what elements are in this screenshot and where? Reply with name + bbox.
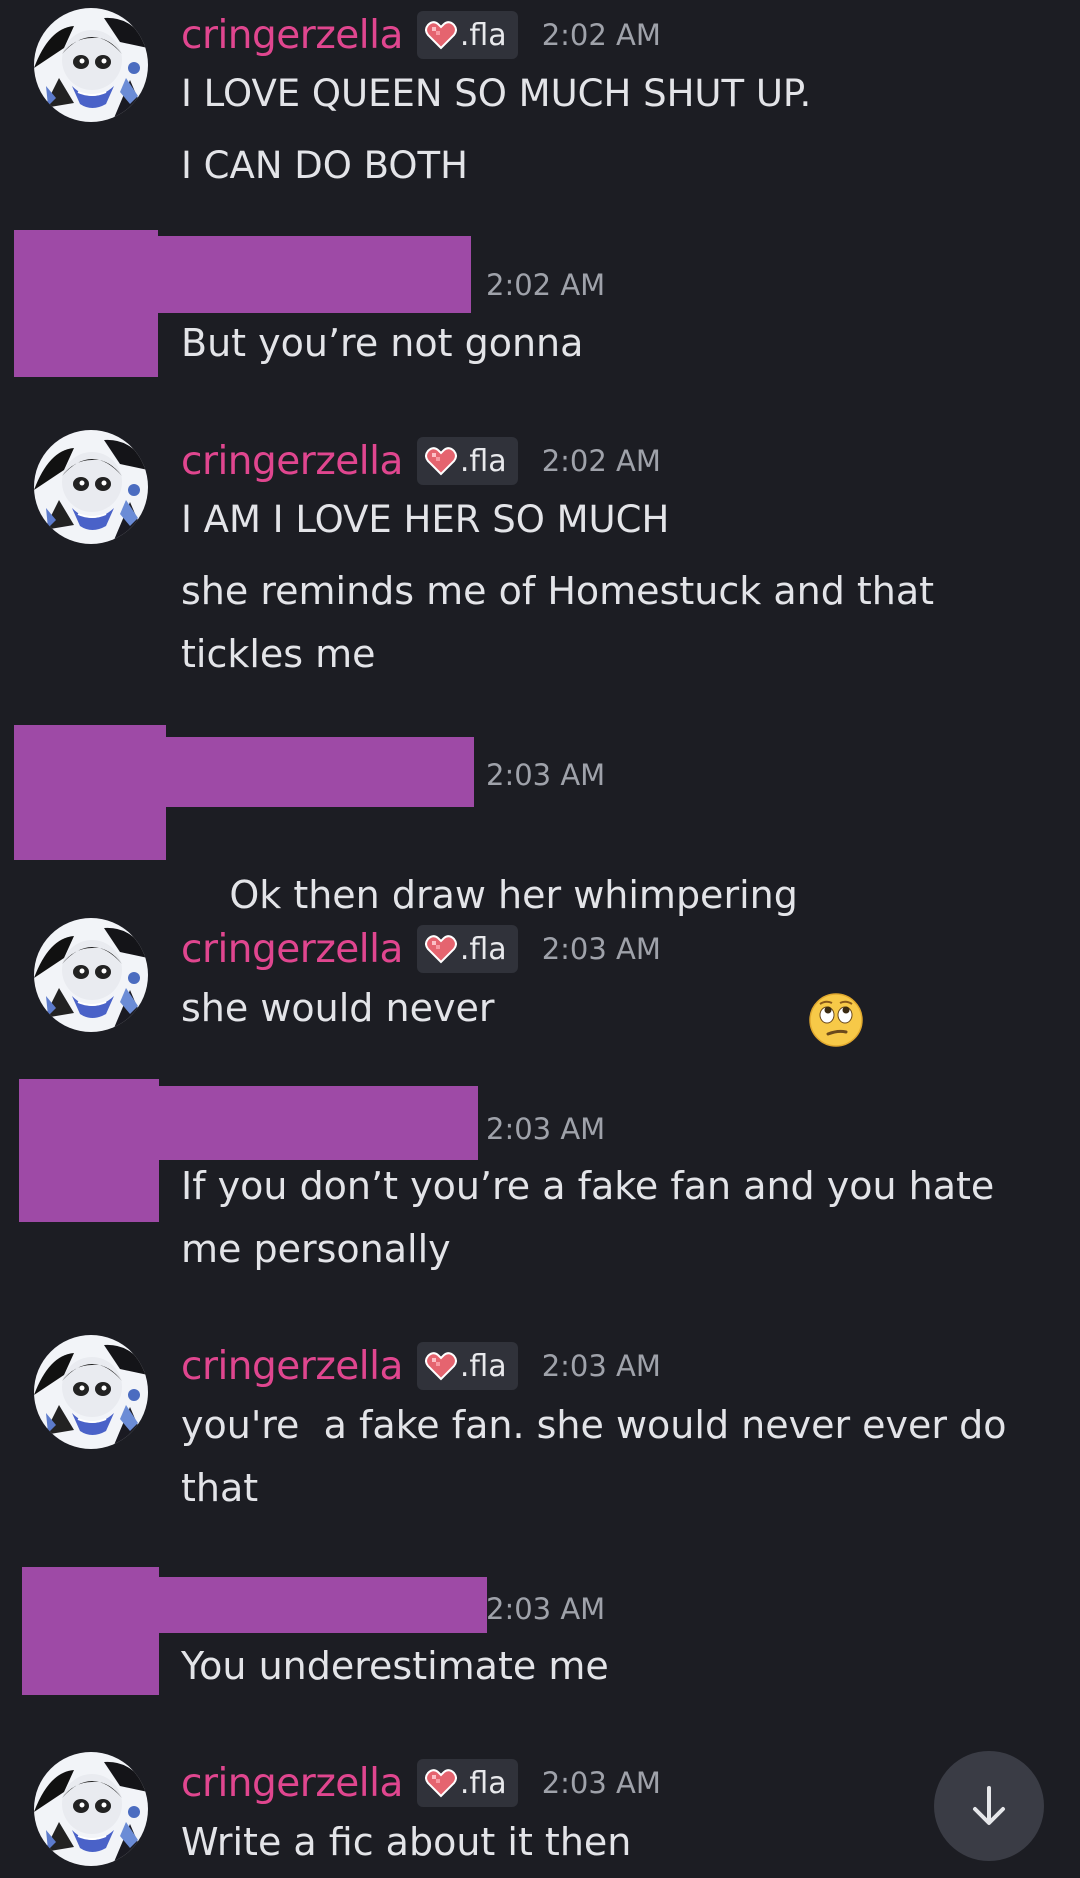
- scroll-to-bottom-button[interactable]: [934, 1751, 1044, 1861]
- pixel-heart-icon: [425, 20, 457, 50]
- redaction-block: [166, 737, 474, 807]
- redaction-block: [159, 1577, 487, 1633]
- server-tag-label: .fla: [459, 17, 507, 53]
- message-header: cringerzella .fla 2:02 AM: [181, 8, 661, 62]
- redaction-block: [22, 1567, 159, 1695]
- message-text: If you don’t you’re a fake fan and you h…: [181, 1164, 1007, 1271]
- server-tag[interactable]: .fla: [416, 925, 518, 973]
- message-text: you're a fake fan. she would never ever …: [181, 1403, 1019, 1510]
- pixel-heart-icon: [425, 1768, 457, 1798]
- message-text: I CAN DO BOTH: [181, 144, 468, 187]
- message-header: cringerzella .fla 2:03 AM: [181, 1339, 661, 1393]
- pixel-heart-icon: [425, 446, 457, 476]
- server-tag-label: .fla: [459, 1348, 507, 1384]
- redaction-block: [19, 1079, 159, 1222]
- message-text: Write a fic about it then: [181, 1820, 632, 1864]
- server-tag-label: .fla: [459, 931, 507, 967]
- message-text: You underestimate me: [181, 1644, 609, 1688]
- server-tag[interactable]: .fla: [416, 437, 518, 485]
- redaction-block: [158, 236, 471, 313]
- message-text: I AM I LOVE HER SO MUCH: [181, 498, 670, 541]
- timestamp: 2:02 AM: [486, 268, 606, 302]
- redaction-block: [14, 230, 158, 377]
- avatar[interactable]: [34, 430, 148, 544]
- timestamp: 2:02 AM: [541, 444, 661, 478]
- avatar[interactable]: [34, 1335, 148, 1449]
- redaction-block: [14, 725, 166, 860]
- timestamp: 2:03 AM: [541, 1349, 661, 1383]
- pixel-heart-icon: [425, 934, 457, 964]
- server-tag[interactable]: .fla: [416, 1342, 518, 1390]
- message-text-content: Ok then draw her whimpering: [229, 873, 798, 917]
- message-header: cringerzella .fla 2:02 AM: [181, 434, 661, 488]
- username[interactable]: cringerzella: [181, 927, 403, 972]
- timestamp: 2:02 AM: [541, 18, 661, 52]
- server-tag[interactable]: .fla: [416, 1759, 518, 1807]
- username[interactable]: cringerzella: [181, 1761, 403, 1806]
- timestamp: 2:03 AM: [486, 1592, 606, 1626]
- message-text: I LOVE QUEEN SO MUCH SHUT UP.: [181, 72, 812, 115]
- face-with-rolling-eyes-icon: [808, 866, 864, 1047]
- redaction-block: [159, 1086, 478, 1160]
- avatar[interactable]: [34, 8, 148, 122]
- username[interactable]: cringerzella: [181, 439, 403, 484]
- server-tag[interactable]: .fla: [416, 11, 518, 59]
- avatar[interactable]: [34, 1752, 148, 1866]
- username[interactable]: cringerzella: [181, 1344, 403, 1389]
- username[interactable]: cringerzella: [181, 13, 403, 58]
- arrow-down-icon: [973, 1786, 1005, 1825]
- timestamp: 2:03 AM: [486, 1112, 606, 1146]
- message-text: she would never: [181, 986, 495, 1030]
- timestamp: 2:03 AM: [486, 758, 606, 792]
- message-text: But you’re not gonna: [181, 321, 584, 365]
- message-header: cringerzella .fla 2:03 AM: [181, 1756, 661, 1810]
- server-tag-label: .fla: [459, 1765, 507, 1801]
- message-text: she reminds me of Homestuck and that tic…: [181, 569, 947, 676]
- message-header: cringerzella .fla 2:03 AM: [181, 922, 661, 976]
- timestamp: 2:03 AM: [541, 1766, 661, 1800]
- server-tag-label: .fla: [459, 443, 507, 479]
- timestamp: 2:03 AM: [541, 932, 661, 966]
- avatar[interactable]: [34, 918, 148, 1032]
- pixel-heart-icon: [425, 1351, 457, 1381]
